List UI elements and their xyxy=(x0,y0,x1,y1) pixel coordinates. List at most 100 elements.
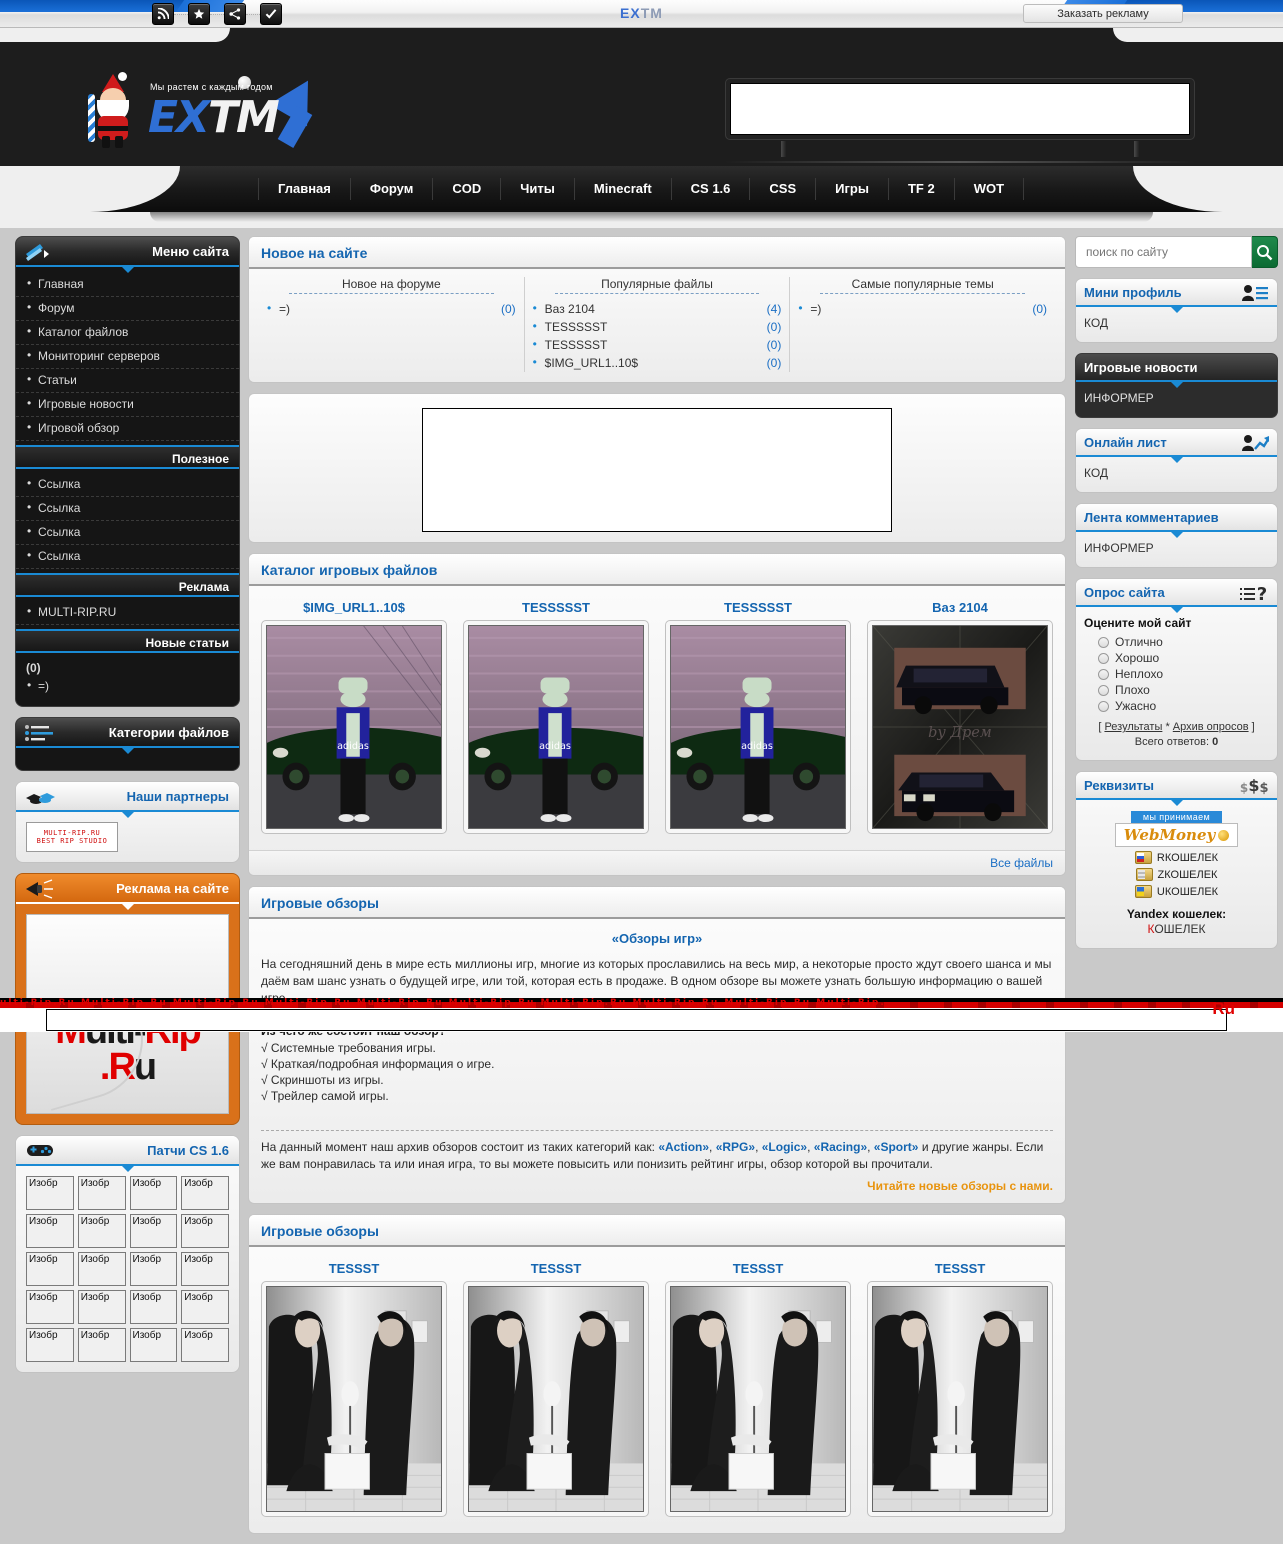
useful-item-1[interactable]: Ссылка xyxy=(16,497,239,521)
poll-option-4[interactable]: Ужасно xyxy=(1084,698,1269,714)
patch-cell[interactable]: Изобр xyxy=(129,1214,178,1248)
sidebar-item-1[interactable]: Форум xyxy=(16,297,239,321)
category-link-racing[interactable]: «Racing» xyxy=(814,1140,867,1154)
reviews-bullet-1: √ Краткая/подробная информация о игре. xyxy=(261,1057,495,1071)
nav-item-6[interactable]: CSS xyxy=(750,178,817,200)
new-on-forum-row-0-label[interactable]: =) xyxy=(267,301,290,316)
patch-cell[interactable]: Изобр xyxy=(26,1214,74,1248)
sidebar-item-6[interactable]: Игровой обзор xyxy=(16,417,239,441)
poll-radio-3[interactable] xyxy=(1098,684,1109,696)
poll-radio-2[interactable] xyxy=(1098,668,1109,680)
review-card-3-title[interactable]: TESSST xyxy=(867,1261,1053,1281)
poll-radio-4[interactable] xyxy=(1098,700,1109,712)
review-card-0-frame[interactable] xyxy=(261,1281,447,1517)
new-articles-item-0[interactable]: =) xyxy=(16,675,239,698)
patch-cell[interactable]: Изобр xyxy=(181,1176,229,1210)
sidebar-item-0[interactable]: Главная xyxy=(16,273,239,297)
file-card-0-frame[interactable]: adidas xyxy=(261,620,447,834)
review-card-1-frame[interactable] xyxy=(463,1281,649,1517)
nav-item-2[interactable]: COD xyxy=(433,178,502,200)
review-card-0-title[interactable]: TESSST xyxy=(261,1261,447,1281)
header-banner[interactable] xyxy=(725,78,1195,140)
patch-cell[interactable]: Изобр xyxy=(26,1176,74,1210)
ads-item-0[interactable]: MULTI-RIP.RU xyxy=(16,601,239,625)
reviews-call-to-action[interactable]: Читайте новые обзоры с нами. xyxy=(261,1179,1053,1193)
nav-item-3[interactable]: Читы xyxy=(501,178,575,200)
webmoney-logo[interactable]: WebMoney xyxy=(1114,823,1239,847)
poll-option-3[interactable]: Плохо xyxy=(1084,682,1269,698)
file-card-2-frame[interactable]: adidas xyxy=(665,620,851,834)
patch-cell[interactable]: Изобр xyxy=(77,1290,126,1324)
patch-cell[interactable]: Изобр xyxy=(77,1176,126,1210)
nav-item-8[interactable]: TF 2 xyxy=(889,178,955,200)
nav-item-1[interactable]: Форум xyxy=(351,178,434,200)
nav-item-4[interactable]: Minecraft xyxy=(575,178,672,200)
poll-archive-link[interactable]: Архив опросов xyxy=(1173,721,1249,733)
patch-cell[interactable]: Изобр xyxy=(26,1290,74,1324)
popular-files-row-1-label[interactable]: TESSSSST xyxy=(533,319,608,334)
site-ads-title: Реклама на сайте xyxy=(116,880,229,896)
category-link-sport[interactable]: «Sport» xyxy=(874,1140,919,1154)
nav-item-5[interactable]: CS 1.6 xyxy=(672,178,751,200)
patch-cell[interactable]: Изобр xyxy=(129,1328,178,1362)
useful-item-0[interactable]: Ссылка xyxy=(16,473,239,497)
category-link-rpg[interactable]: «RPG» xyxy=(716,1140,755,1154)
search-input[interactable] xyxy=(1075,236,1252,268)
useful-item-2[interactable]: Ссылка xyxy=(16,521,239,545)
sidebar-item-3[interactable]: Мониторинг серверов xyxy=(16,345,239,369)
nav-item-7[interactable]: Игры xyxy=(816,178,889,200)
nav-item-9[interactable]: WOT xyxy=(955,178,1025,200)
popular-topics-rule xyxy=(820,293,1026,294)
review-card-2-title[interactable]: TESSST xyxy=(665,1261,851,1281)
rip-studio-banner[interactable]: THE BEST RIP STUDIO Multi-Rip .Ru xyxy=(26,914,229,1114)
file-card-1-frame[interactable]: adidas xyxy=(463,620,649,834)
sidebar-item-4[interactable]: Статьи xyxy=(16,369,239,393)
review-card-3-frame[interactable] xyxy=(867,1281,1053,1517)
patch-cell[interactable]: Изобр xyxy=(26,1328,74,1362)
patch-cell[interactable]: Изобр xyxy=(129,1252,178,1286)
review-card-2-frame[interactable] xyxy=(665,1281,851,1517)
center-ad-block[interactable] xyxy=(249,394,1065,542)
partner-badge[interactable]: MULTI-RIP.RU BEST RIP STUDIO xyxy=(26,822,118,852)
patch-cell[interactable]: Изобр xyxy=(77,1214,126,1248)
patch-cell[interactable]: Изобр xyxy=(26,1252,74,1286)
order-ad-button[interactable]: Заказать рекламу xyxy=(1023,4,1183,23)
category-link-logic[interactable]: «Logic» xyxy=(762,1140,807,1154)
poll-radio-1[interactable] xyxy=(1098,652,1109,664)
all-files-link[interactable]: Все файлы xyxy=(990,856,1053,870)
patch-cell[interactable]: Изобр xyxy=(129,1290,178,1324)
sidebar-item-2[interactable]: Каталог файлов xyxy=(16,321,239,345)
patch-cell[interactable]: Изобр xyxy=(77,1328,126,1362)
site-logo[interactable]: Мы растем с каждым годом EXTM xyxy=(88,68,328,148)
file-card-3-title[interactable]: Ваз 2104 xyxy=(867,600,1053,620)
patch-cell[interactable]: Изобр xyxy=(181,1328,229,1362)
popular-files-row-0-label[interactable]: Ваз 2104 xyxy=(533,301,595,316)
site-ads-block: Реклама на сайте THE BEST RIP STUDIO Mul… xyxy=(15,873,240,1125)
poll-block: Опрос сайта ? Оцените мой сайт Отлично Х… xyxy=(1075,578,1278,761)
poll-option-2[interactable]: Неплохо xyxy=(1084,666,1269,682)
sidebar-item-5[interactable]: Игровые новости xyxy=(16,393,239,417)
mini-profile-block: Мини профиль КОД xyxy=(1075,278,1278,343)
nav-item-0[interactable]: Главная xyxy=(258,178,351,200)
review-card-1-title[interactable]: TESSST xyxy=(463,1261,649,1281)
file-card-3-frame[interactable]: by Дрем xyxy=(867,620,1053,834)
file-card-0-title[interactable]: $IMG_URL1..10$ xyxy=(261,600,447,620)
category-link-action[interactable]: «Action» xyxy=(658,1140,709,1154)
file-card-2-title[interactable]: TESSSSST xyxy=(665,600,851,620)
popular-files-row-2-label[interactable]: TESSSSST xyxy=(533,337,608,352)
poll-option-1[interactable]: Хорошо xyxy=(1084,650,1269,666)
search-button[interactable] xyxy=(1252,236,1278,268)
patch-cell[interactable]: Изобр xyxy=(181,1290,229,1324)
popular-topics-row-0-label[interactable]: =) xyxy=(798,301,821,316)
poll-radio-0[interactable] xyxy=(1098,636,1109,648)
poll-option-0[interactable]: Отлично xyxy=(1084,634,1269,650)
file-card-2-image: adidas xyxy=(670,625,846,829)
file-card-1-title[interactable]: TESSSSST xyxy=(463,600,649,620)
poll-results-link[interactable]: Результаты xyxy=(1104,721,1162,733)
useful-item-3[interactable]: Ссылка xyxy=(16,545,239,569)
patch-cell[interactable]: Изобр xyxy=(181,1252,229,1286)
patch-cell[interactable]: Изобр xyxy=(181,1214,229,1248)
patch-cell[interactable]: Изобр xyxy=(129,1176,178,1210)
patch-cell[interactable]: Изобр xyxy=(77,1252,126,1286)
popular-files-row-3-label[interactable]: $IMG_URL1..10$ xyxy=(533,355,638,370)
